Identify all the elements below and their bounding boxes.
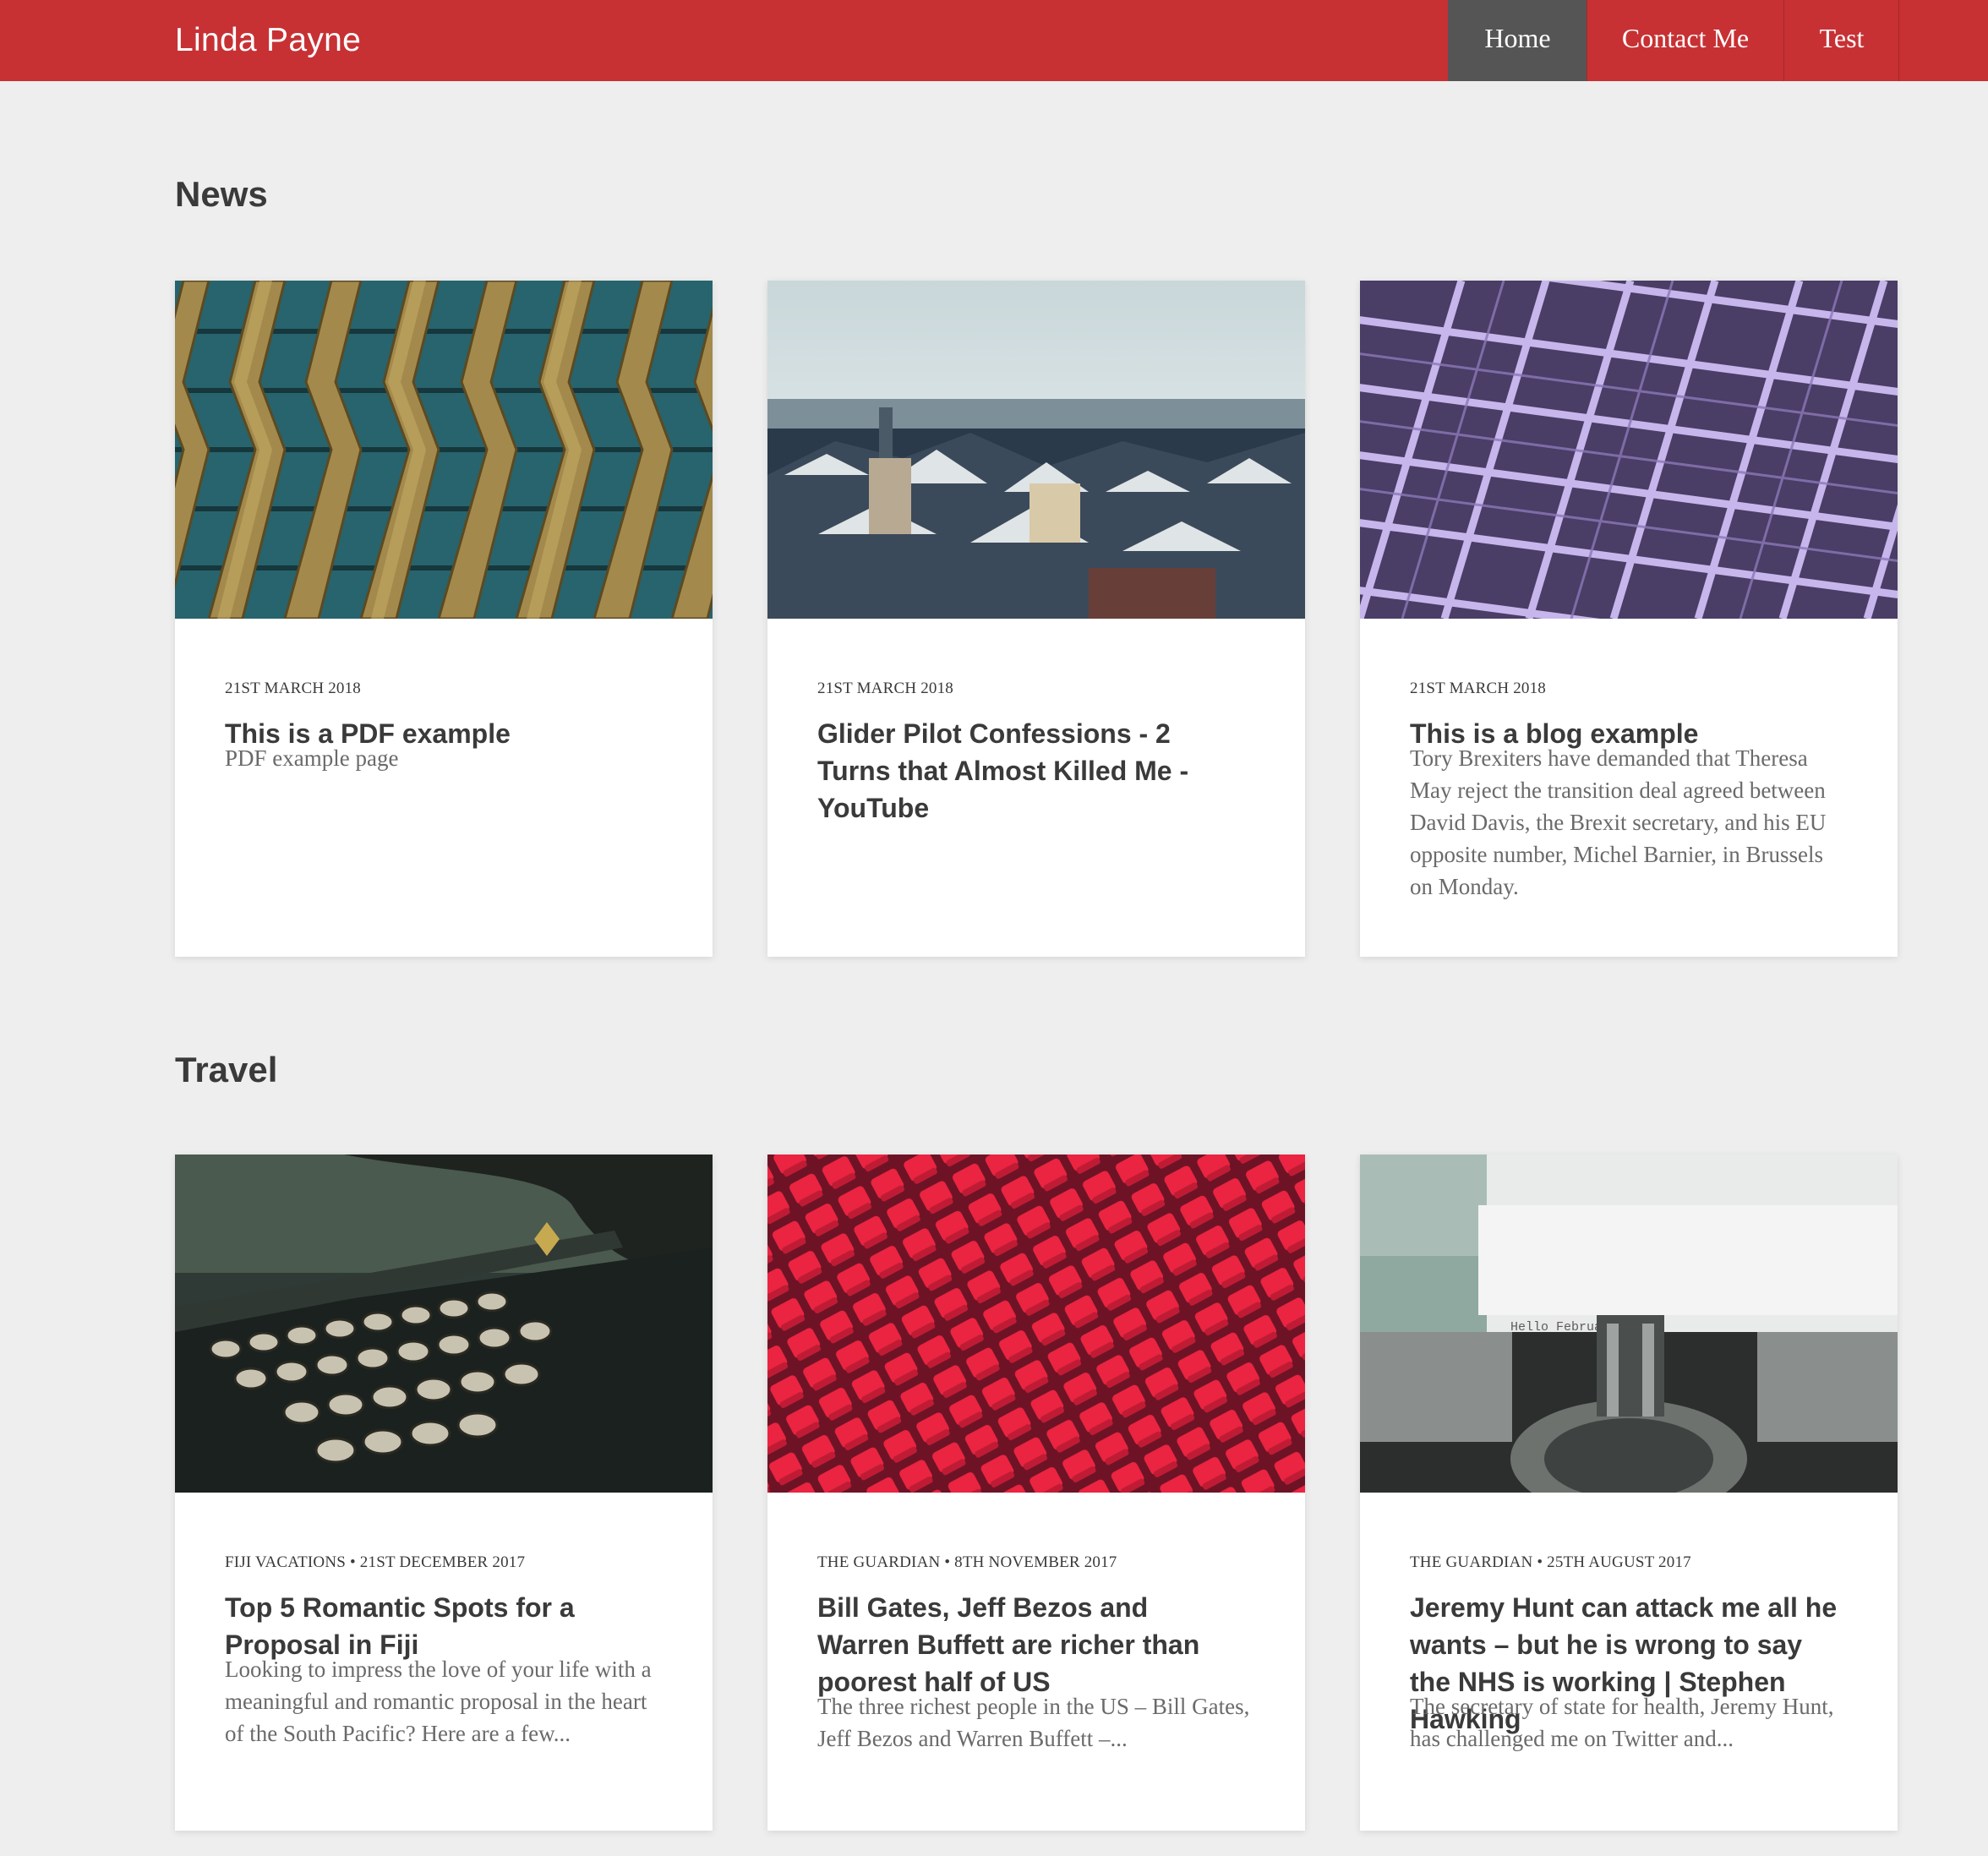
card-excerpt: The secretary of state for health, Jerem… [1410, 1694, 1834, 1751]
card-excerpt: The three richest people in the US – Bil… [817, 1694, 1250, 1751]
purple-lattice-roof-image [1360, 281, 1898, 619]
news-card-blog-example[interactable]: 21st March 2018 This is a blog example T… [1360, 281, 1898, 957]
nav-home[interactable]: Home [1448, 0, 1587, 81]
news-card-pdf-example[interactable]: 21st March 2018 This is a PDF example PD… [175, 281, 713, 957]
card-meta: 21st March 2018 [817, 680, 954, 697]
card-excerpt: PDF example page [225, 745, 399, 771]
nav-test[interactable]: Test [1783, 0, 1899, 81]
card-title[interactable]: Top 5 Romantic Spots for a Proposal in F… [225, 1589, 653, 1663]
top-navigation-bar: Linda Payne Home Contact Me Test [0, 0, 1988, 81]
typewriter-paper-image: Hello February 2016 [1360, 1155, 1898, 1493]
card-meta: The Guardian • 25th August 2017 [1410, 1553, 1691, 1571]
nav-contact-me[interactable]: Contact Me [1587, 0, 1783, 81]
card-title[interactable]: Glider Pilot Confessions - 2 Turns that … [817, 715, 1246, 827]
red-stadium-seats-image [767, 1155, 1305, 1493]
section-title-news: News [175, 174, 268, 214]
travel-card-fiji-proposal[interactable]: Fiji Vacations • 21st December 2017 Top … [175, 1155, 713, 1831]
section-title-travel: Travel [175, 1050, 278, 1089]
card-title[interactable]: Bill Gates, Jeff Bezos and Warren Buffet… [817, 1589, 1246, 1700]
news-card-glider-pilot[interactable]: 21st March 2018 Glider Pilot Confessions… [767, 281, 1305, 957]
card-meta: Fiji Vacations • 21st December 2017 [225, 1553, 526, 1571]
zigzag-architecture-image [175, 281, 713, 619]
nav-divider [1898, 0, 1899, 81]
travel-card-jeremy-hunt[interactable]: Hello February 2016 The Guardian • 25th … [1360, 1155, 1898, 1831]
card-meta: 21st March 2018 [1410, 680, 1547, 697]
snowy-city-rooftops-image [767, 281, 1305, 619]
card-excerpt: Looking to impress the love of your life… [225, 1657, 652, 1746]
vintage-typewriter-keys-image [175, 1155, 713, 1493]
site-brand[interactable]: Linda Payne [175, 0, 361, 81]
card-excerpt: Tory Brexiters have demanded that Theres… [1410, 745, 1827, 899]
card-meta: 21st March 2018 [225, 680, 362, 697]
card-meta: The Guardian • 8th November 2017 [817, 1553, 1117, 1571]
travel-card-richest-people[interactable]: The Guardian • 8th November 2017 Bill Ga… [767, 1155, 1305, 1831]
